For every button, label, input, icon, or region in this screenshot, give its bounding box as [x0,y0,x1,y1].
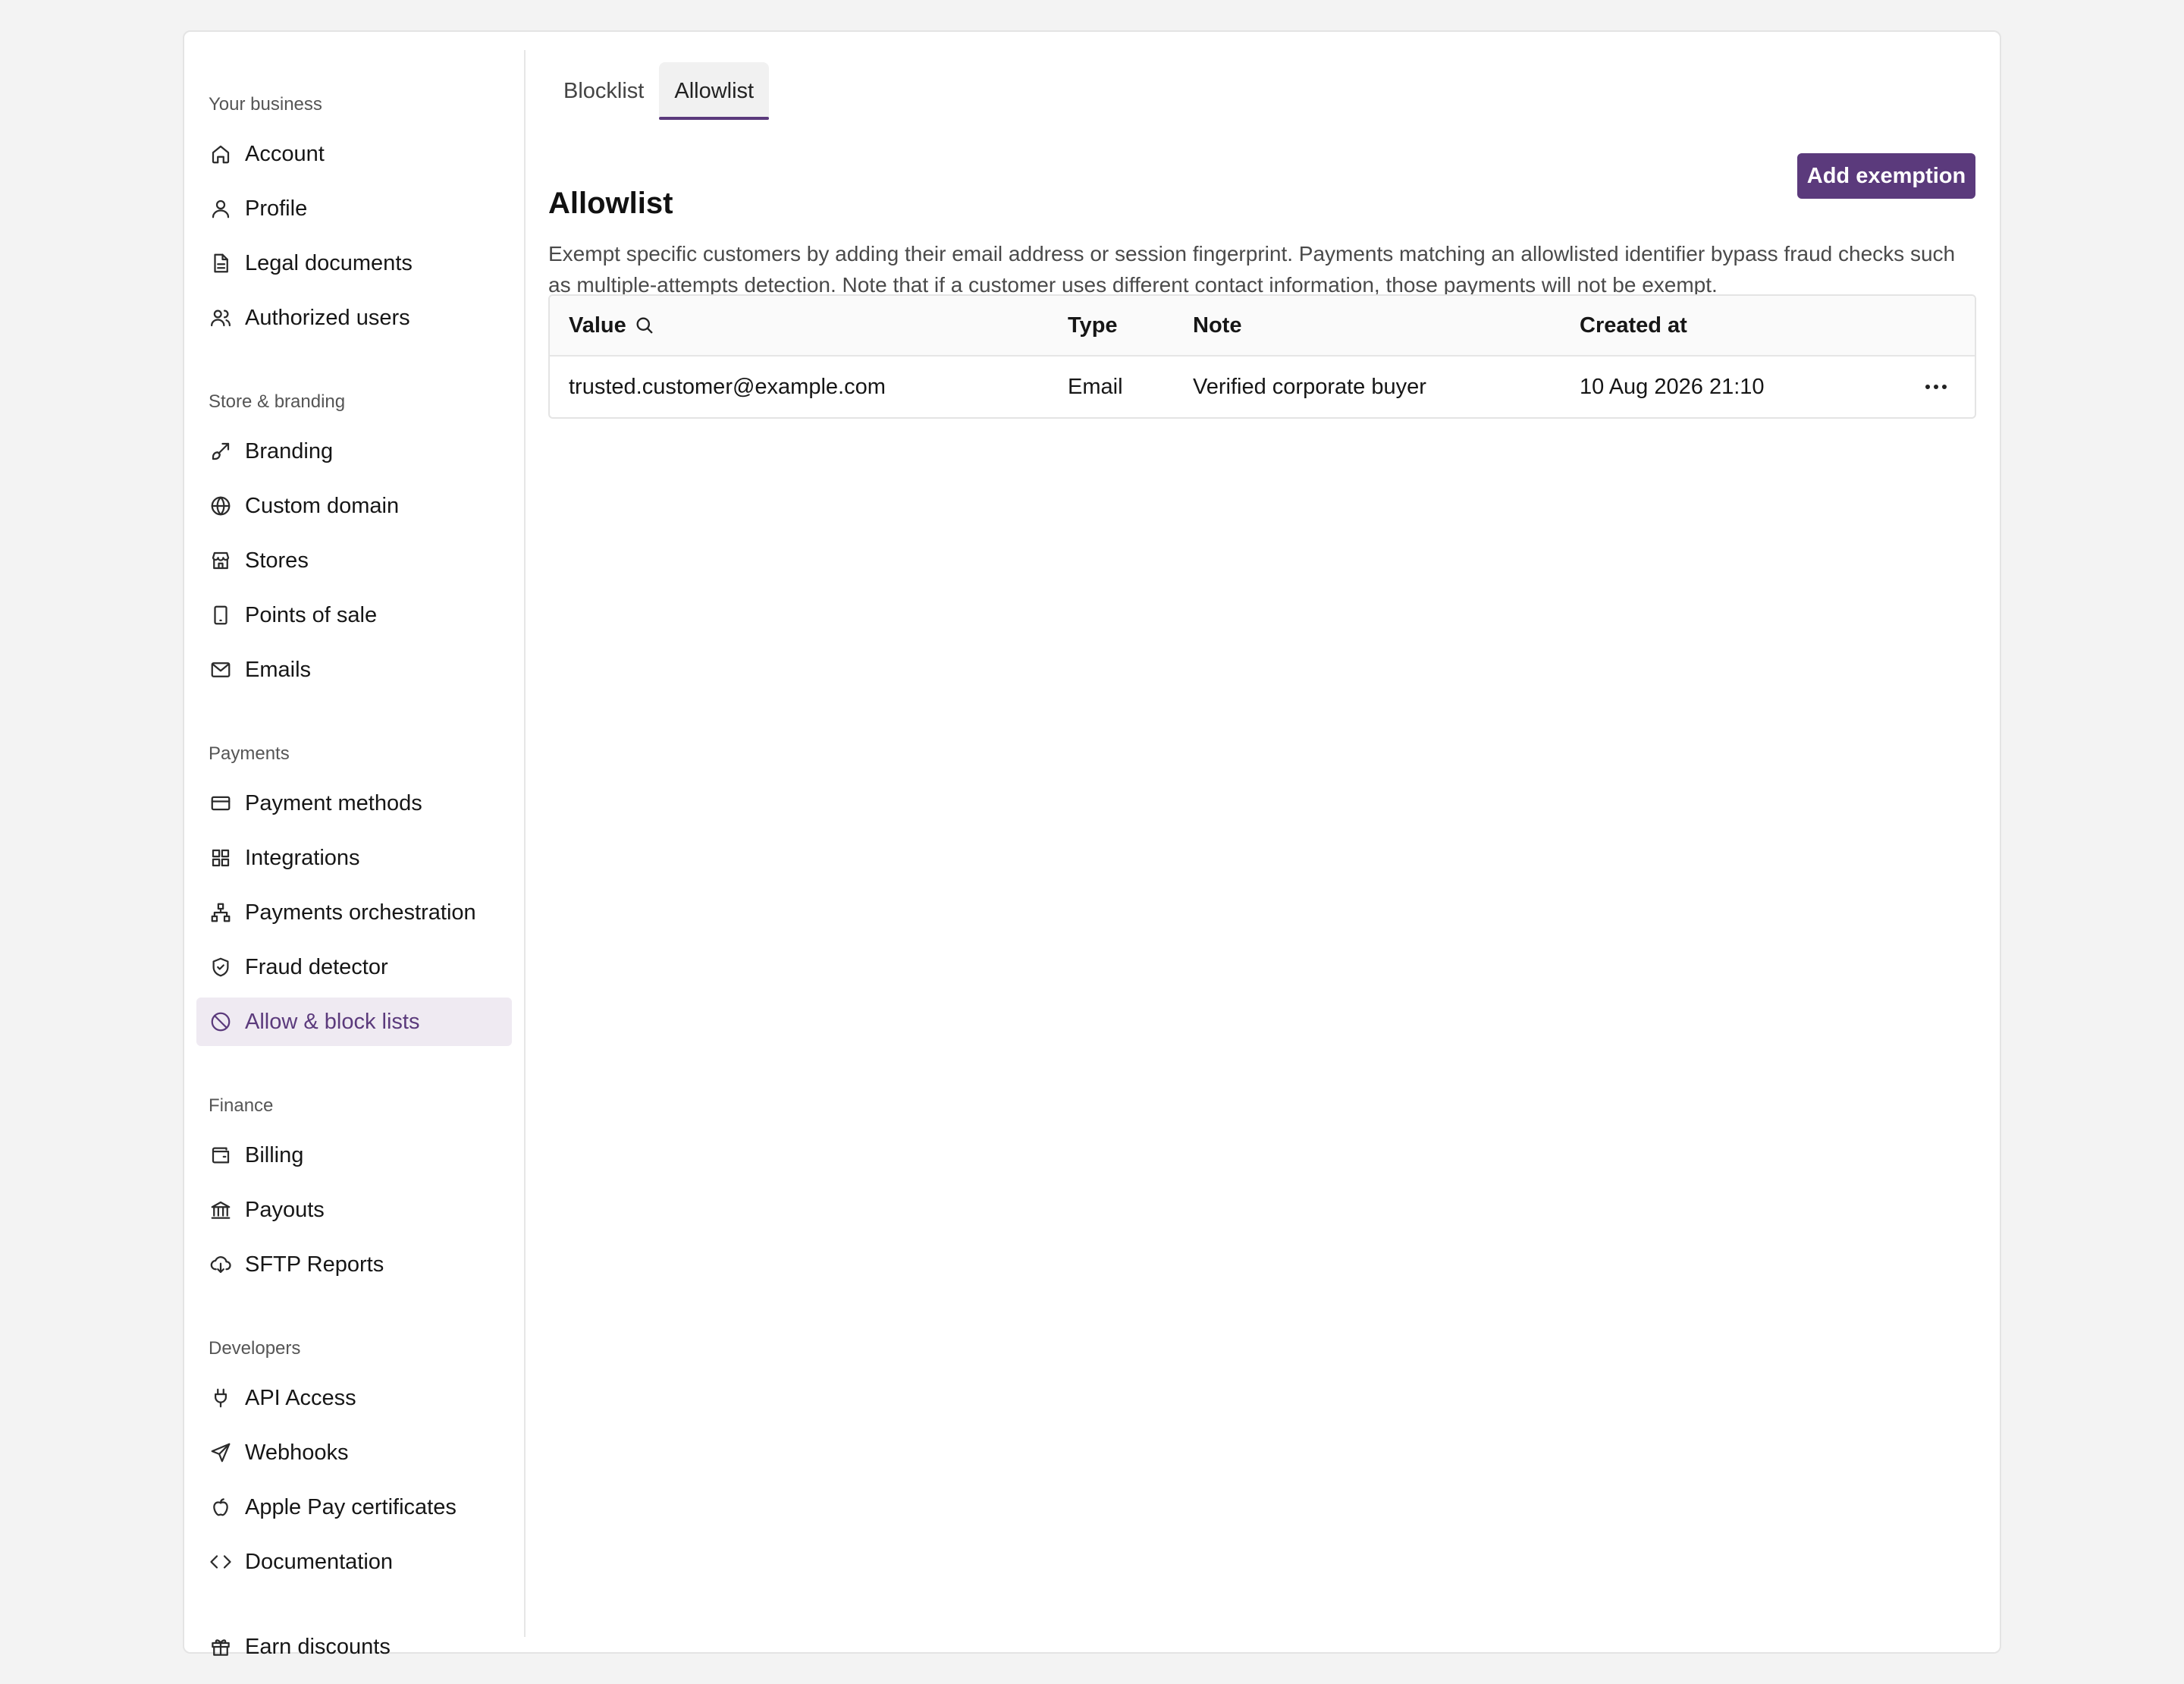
user-icon [209,196,233,221]
column-header-note: Note [1193,313,1242,338]
sidebar-item-label: Authorized users [245,305,410,330]
sidebar-item-label: Payouts [245,1197,325,1222]
row-actions-menu-button[interactable] [1921,372,1951,402]
sidebar-item-label: Legal documents [245,250,413,275]
tab-bar: Blocklist Allowlist [548,62,770,120]
sidebar-item-label: Apple Pay certificates [245,1494,457,1519]
allowlist-table: Value Type Note Created at trusted.custo… [548,294,1976,419]
section-label-payments: Payments [209,743,290,764]
section-label-store-branding: Store & branding [209,391,346,412]
sidebar-item-branding[interactable]: Branding [196,427,512,476]
section-label-your-business: Your business [209,94,322,115]
sidebar-item-label: SFTP Reports [245,1252,384,1277]
sidebar-item-legal-documents[interactable]: Legal documents [196,239,512,287]
ban-icon [209,1010,233,1034]
sidebar-item-account[interactable]: Account [196,130,512,178]
sidebar-item-integrations[interactable]: Integrations [196,834,512,882]
sidebar-item-label: Branding [245,438,334,463]
network-icon [209,900,233,925]
tab-allowlist[interactable]: Allowlist [659,62,770,120]
tab-blocklist[interactable]: Blocklist [548,62,659,120]
shield-check-icon [209,955,233,979]
sidebar-item-label: Webhooks [245,1440,349,1465]
page-description: Exempt specific customers by adding thei… [548,242,1956,297]
sidebar-item-earn-discounts[interactable]: Earn discounts [196,1623,512,1671]
wallet-icon [209,1143,233,1167]
grid-icon [209,846,233,870]
column-header-created-at: Created at [1580,313,1687,338]
sidebar-item-label: Stores [245,548,309,573]
column-header-value[interactable]: Value [569,313,655,338]
bank-icon [209,1198,233,1222]
sidebar-item-sftp-reports[interactable]: SFTP Reports [196,1240,512,1289]
sidebar-item-billing[interactable]: Billing [196,1131,512,1180]
column-header-label: Value [569,313,626,338]
sidebar-item-label: Payment methods [245,790,422,815]
sidebar-item-custom-domain[interactable]: Custom domain [196,482,512,530]
sidebar-item-documentation[interactable]: Documentation [196,1538,512,1586]
sidebar-item-label: Allow & block lists [245,1009,420,1034]
globe-icon [209,494,233,518]
section-label-developers: Developers [209,1338,301,1359]
section-label-finance: Finance [209,1095,274,1116]
more-horizontal-icon [1925,385,1947,389]
main-content: Blocklist Allowlist Allowlist Add exempt… [548,32,1976,1652]
add-exemption-button[interactable]: Add exemption [1797,153,1975,199]
sidebar-item-label: Earn discounts [245,1634,391,1659]
gift-icon [209,1635,233,1659]
sidebar-item-api-access[interactable]: API Access [196,1374,512,1422]
sidebar-item-stores[interactable]: Stores [196,536,512,585]
apple-icon [209,1495,233,1519]
sidebar-item-allow-block-lists[interactable]: Allow & block lists [196,998,512,1046]
sidebar-item-label: Billing [245,1142,304,1167]
sidebar-item-payment-methods[interactable]: Payment methods [196,779,512,828]
sidebar-item-label: API Access [245,1385,356,1410]
send-icon [209,1441,233,1465]
sidebar-item-label: Custom domain [245,493,400,518]
code-icon [209,1550,233,1574]
sidebar-item-fraud-detector[interactable]: Fraud detector [196,943,512,991]
cell-note: Verified corporate buyer [1193,374,1426,399]
sidebar-item-payments-orchestration[interactable]: Payments orchestration [196,888,512,937]
document-icon [209,251,233,275]
sidebar-item-label: Points of sale [245,602,378,627]
brush-icon [209,439,233,463]
store-icon [209,548,233,573]
settings-card: Your business Account Profile Legal docu… [183,30,2001,1659]
sidebar-item-profile[interactable]: Profile [196,184,512,233]
plug-icon [209,1386,233,1410]
users-icon [209,306,233,330]
sidebar-item-label: Payments orchestration [245,900,476,925]
sidebar-item-label: Integrations [245,845,360,870]
table-row[interactable]: trusted.customer@example.com Email Verif… [550,357,1975,417]
table-header-row: Value Type Note Created at [550,296,1975,357]
sidebar: Your business Account Profile Legal docu… [184,50,526,1659]
sidebar-item-authorized-users[interactable]: Authorized users [196,294,512,342]
sidebar-item-label: Account [245,141,325,166]
cell-type: Email [1068,374,1123,399]
column-header-type: Type [1068,313,1118,338]
cloud-download-icon [209,1252,233,1277]
sidebar-item-emails[interactable]: Emails [196,646,512,694]
cell-value: trusted.customer@example.com [569,374,886,399]
sidebar-item-apple-pay-certificates[interactable]: Apple Pay certificates [196,1483,512,1532]
tablet-icon [209,603,233,627]
sidebar-item-points-of-sale[interactable]: Points of sale [196,591,512,639]
sidebar-item-label: Emails [245,657,312,682]
search-icon[interactable] [634,315,655,336]
sidebar-item-label: Documentation [245,1549,394,1574]
page-title: Allowlist [548,187,673,220]
home-icon [209,142,233,166]
mail-icon [209,658,233,682]
sidebar-item-webhooks[interactable]: Webhooks [196,1428,512,1477]
sidebar-item-label: Fraud detector [245,954,388,979]
cell-created-at: 10 Aug 2026 21:10 [1580,374,1765,399]
sidebar-item-payouts[interactable]: Payouts [196,1186,512,1234]
sidebar-item-label: Profile [245,196,308,221]
credit-card-icon [209,791,233,815]
